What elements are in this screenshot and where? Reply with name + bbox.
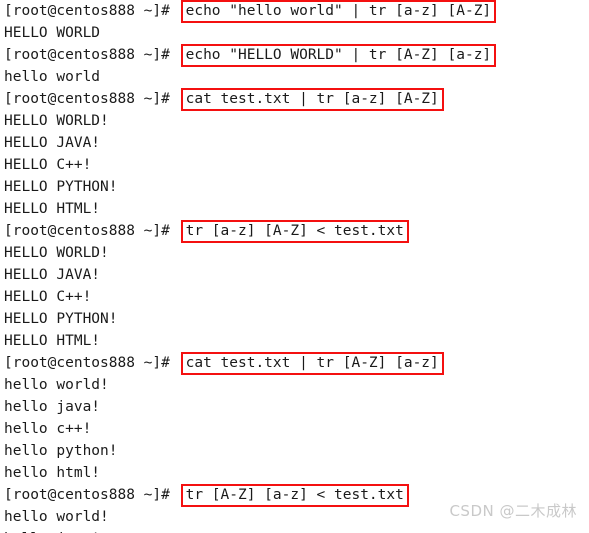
command-output-text: HELLO WORLD! [4, 245, 109, 261]
terminal-command-line: [root@centos888 ~]# tr [a-z] [A-Z] < tes… [4, 219, 589, 243]
command-output-text: HELLO WORLD! [4, 113, 109, 129]
shell-prompt: [root@centos888 ~]# [4, 47, 179, 63]
shell-prompt: [root@centos888 ~]# [4, 487, 179, 503]
command-output-text: HELLO JAVA! [4, 135, 101, 151]
terminal-command-line: [root@centos888 ~]# cat test.txt | tr [A… [4, 351, 589, 375]
terminal-output-line: hello world! [4, 374, 589, 396]
terminal-output-line: HELLO JAVA! [4, 264, 589, 286]
command-output-text: HELLO HTML! [4, 333, 101, 349]
terminal-output-line: HELLO WORLD! [4, 242, 589, 264]
terminal-screen: [root@centos888 ~]# echo "hello world" |… [0, 0, 589, 533]
terminal-output-line: hello world [4, 66, 589, 88]
shell-prompt: [root@centos888 ~]# [4, 91, 179, 107]
terminal-output-line: HELLO C++! [4, 154, 589, 176]
shell-prompt: [root@centos888 ~]# [4, 223, 179, 239]
shell-prompt: [root@centos888 ~]# [4, 3, 179, 19]
command-output-text: hello world [4, 69, 101, 85]
terminal-output-line: hello python! [4, 440, 589, 462]
highlighted-command[interactable]: cat test.txt | tr [a-z] [A-Z] [180, 87, 444, 111]
highlighted-command[interactable]: tr [A-Z] [a-z] < test.txt [180, 483, 409, 507]
terminal-output-line: HELLO HTML! [4, 198, 589, 220]
terminal-command-line: [root@centos888 ~]# echo "HELLO WORLD" |… [4, 43, 589, 67]
command-output-text: HELLO PYTHON! [4, 179, 118, 195]
terminal-output-line: hello c++! [4, 418, 589, 440]
terminal-output-line: HELLO PYTHON! [4, 176, 589, 198]
terminal-output-area[interactable]: [root@centos888 ~]# echo "hello world" |… [4, 0, 589, 533]
csdn-watermark: CSDN @二木成林 [449, 502, 577, 520]
highlighted-command[interactable]: echo "hello world" | tr [a-z] [A-Z] [180, 0, 497, 23]
highlighted-command[interactable]: tr [a-z] [A-Z] < test.txt [180, 219, 409, 243]
terminal-command-line: [root@centos888 ~]# echo "hello world" |… [4, 0, 589, 23]
command-output-text: hello world! [4, 509, 109, 525]
terminal-output-line: HELLO C++! [4, 286, 589, 308]
highlighted-command[interactable]: cat test.txt | tr [A-Z] [a-z] [180, 351, 444, 375]
terminal-output-line: hello html! [4, 462, 589, 484]
command-output-text: hello html! [4, 465, 101, 481]
command-output-text: hello c++! [4, 421, 92, 437]
command-output-text: hello java! [4, 528, 100, 533]
command-output-text: HELLO JAVA! [4, 267, 101, 283]
command-output-text: HELLO HTML! [4, 201, 101, 217]
terminal-output-line: HELLO JAVA! [4, 132, 589, 154]
terminal-output-line: hello java! [4, 396, 589, 418]
terminal-output-line: HELLO HTML! [4, 330, 589, 352]
terminal-output-line: HELLO WORLD! [4, 110, 589, 132]
command-output-text: hello world! [4, 377, 109, 393]
terminal-command-line: [root@centos888 ~]# cat test.txt | tr [a… [4, 87, 589, 111]
highlighted-command[interactable]: echo "HELLO WORLD" | tr [A-Z] [a-z] [180, 43, 497, 67]
terminal-output-line: HELLO PYTHON! [4, 308, 589, 330]
shell-prompt: [root@centos888 ~]# [4, 355, 179, 371]
command-output-text: HELLO C++! [4, 157, 92, 173]
command-output-text: HELLO PYTHON! [4, 311, 118, 327]
command-output-text: HELLO WORLD [4, 25, 101, 41]
command-output-text: hello java! [4, 399, 101, 415]
terminal-output-line: hello java! [4, 528, 589, 533]
command-output-text: HELLO C++! [4, 289, 92, 305]
terminal-output-line: HELLO WORLD [4, 22, 589, 44]
command-output-text: hello python! [4, 443, 118, 459]
